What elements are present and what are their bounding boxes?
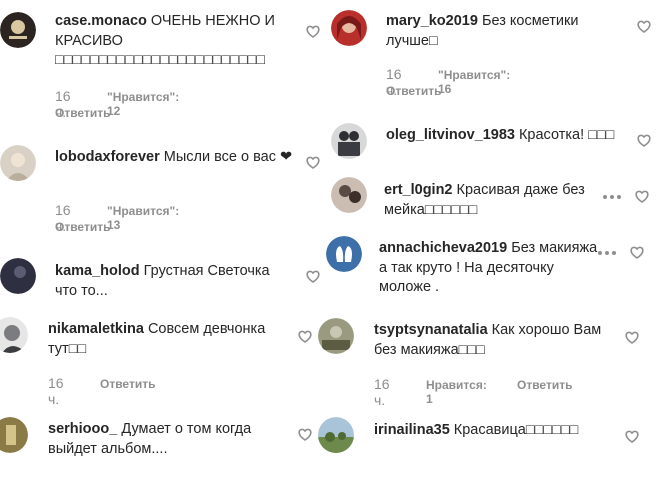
comment-text: Красавица□□□□□□ bbox=[453, 422, 579, 438]
comment-timestamp[interactable]: 16 ч. bbox=[48, 375, 64, 407]
avatar[interactable] bbox=[331, 123, 367, 159]
comment-text: Красотка! □□□ bbox=[518, 127, 615, 143]
avatar[interactable] bbox=[0, 12, 36, 48]
heart-icon[interactable] bbox=[306, 270, 320, 283]
reply-button[interactable]: Ответить bbox=[517, 378, 572, 392]
comment-username[interactable]: oleg_litvinov_1983 bbox=[386, 127, 515, 143]
comment-username[interactable]: tsyptsynanatalia bbox=[374, 322, 488, 338]
avatar[interactable] bbox=[0, 317, 28, 353]
heart-icon[interactable] bbox=[306, 156, 320, 169]
avatar[interactable] bbox=[0, 417, 28, 453]
comment-username[interactable]: irinailina35 bbox=[374, 422, 450, 438]
comment-username[interactable]: ert_l0gin2 bbox=[384, 182, 453, 198]
avatar[interactable] bbox=[331, 10, 367, 46]
avatar[interactable] bbox=[318, 318, 354, 354]
comment-username[interactable]: lobodaxforever bbox=[55, 149, 160, 165]
comment-likes-count[interactable]: "Нравится": 16 bbox=[438, 68, 510, 96]
reply-button[interactable]: Ответить bbox=[100, 377, 155, 391]
comment-likes-count[interactable]: Нравится: 1 bbox=[426, 378, 487, 406]
more-options-icon[interactable] bbox=[597, 250, 617, 256]
heart-icon[interactable] bbox=[637, 134, 651, 147]
avatar[interactable] bbox=[331, 177, 367, 213]
comment-username[interactable]: serhiooo_ bbox=[48, 421, 117, 437]
reply-button[interactable]: Ответить bbox=[386, 84, 441, 98]
heart-icon[interactable] bbox=[637, 20, 651, 33]
comment-username[interactable]: annachicheva2019 bbox=[379, 240, 507, 256]
avatar[interactable] bbox=[0, 258, 36, 294]
avatar[interactable] bbox=[0, 145, 36, 181]
comment-timestamp[interactable]: 16 ч. bbox=[374, 376, 390, 408]
comment-username[interactable]: nikamaletkina bbox=[48, 321, 144, 337]
heart-icon[interactable] bbox=[298, 330, 312, 343]
heart-icon[interactable] bbox=[306, 25, 320, 38]
avatar[interactable] bbox=[326, 236, 362, 272]
heart-icon[interactable] bbox=[625, 331, 639, 344]
more-options-icon[interactable] bbox=[602, 194, 622, 200]
reply-button[interactable]: Ответить bbox=[55, 106, 110, 120]
comment-likes-count[interactable]: "Нравится": 13 bbox=[107, 204, 179, 232]
heart-icon[interactable] bbox=[635, 190, 649, 203]
comment-username[interactable]: mary_ko2019 bbox=[386, 13, 478, 29]
comment-username[interactable]: kama_holod bbox=[55, 263, 140, 279]
comment-text: Мысли все о вас ❤ bbox=[163, 149, 293, 165]
heart-icon[interactable] bbox=[298, 428, 312, 441]
heart-icon[interactable] bbox=[625, 430, 639, 443]
comment-likes-count[interactable]: "Нравится": 12 bbox=[107, 90, 179, 118]
comment-username[interactable]: case.monaco bbox=[55, 13, 147, 29]
heart-icon[interactable] bbox=[630, 246, 644, 259]
reply-button[interactable]: Ответить bbox=[55, 220, 110, 234]
avatar[interactable] bbox=[318, 417, 354, 453]
